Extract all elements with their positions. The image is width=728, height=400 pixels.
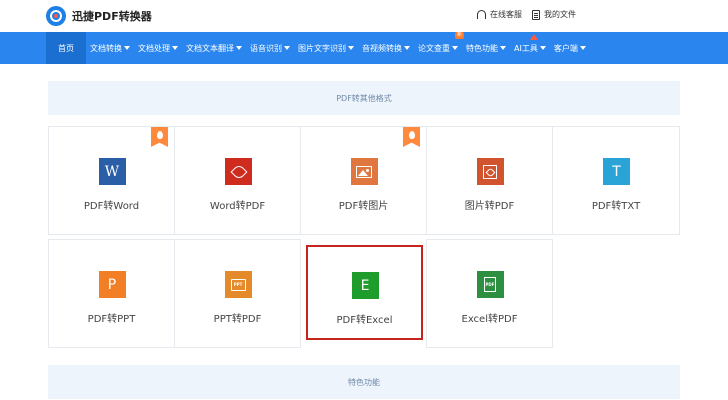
support-link[interactable]: 在线客服 (477, 9, 522, 20)
caret-down-icon (236, 46, 242, 50)
txt-icon: T (603, 158, 630, 185)
pdf-acrobat-icon (224, 158, 252, 185)
image-icon (350, 158, 378, 185)
tool-label: 图片转PDF (464, 201, 515, 212)
nav-item-client[interactable]: 客户端 (550, 32, 590, 64)
section-header-other-formats: PDF转其他格式 (48, 81, 680, 115)
my-files-link[interactable]: 我的文件 (532, 9, 576, 20)
top-bar: 迅捷PDF转换器 在线客服 我的文件 (0, 0, 728, 32)
section-header-special-features: 特色功能 (48, 365, 680, 399)
tool-tile-image-to-pdf[interactable]: 图片转PDF (426, 126, 553, 235)
caret-down-icon (172, 46, 178, 50)
tool-tile-word-to-pdf[interactable]: Word转PDF (174, 126, 301, 235)
caret-down-icon (124, 46, 130, 50)
caret-down-icon (579, 46, 586, 50)
file-icon (532, 9, 540, 20)
nav-item-ocr[interactable]: 图片文字识别 (294, 32, 358, 64)
nav-item-label: 文档文本翻译 (186, 43, 234, 53)
tool-tile-pdf-to-word[interactable]: W PDF转Word (48, 126, 175, 235)
nav-item-label: 论文查重 (418, 43, 450, 53)
caret-down-icon (500, 46, 506, 50)
tool-label: PDF转TXT (591, 201, 641, 212)
tool-label: Excel转PDF (461, 314, 518, 325)
tool-label: PDF转PPT (87, 314, 136, 325)
page: 迅捷PDF转换器 在线客服 我的文件 首页 文档转换 文档处理 文档文本翻译 语… (0, 0, 728, 400)
excel-icon: E (351, 272, 379, 299)
image-to-pdf-icon (476, 158, 504, 185)
nav-item-label: 音视频转换 (362, 43, 402, 53)
nav-item-speech[interactable]: 语音识别 (246, 32, 294, 64)
nav-item-label: 首页 (58, 43, 74, 53)
tool-tile-pdf-to-excel[interactable]: E PDF转Excel (306, 245, 423, 340)
caret-down-icon (539, 46, 546, 50)
tool-tile-pdf-to-txt[interactable]: T PDF转TXT (552, 126, 680, 235)
nav-item-label: 客户端 (553, 43, 578, 53)
nav-item-home[interactable]: 首页 (46, 32, 86, 64)
logo[interactable]: 迅捷PDF转换器 (46, 4, 152, 28)
nav-item-label: 语音识别 (250, 43, 282, 53)
nav-item-label: 文档转换 (90, 43, 122, 53)
logo-icon (46, 6, 66, 26)
top-links: 在线客服 我的文件 (477, 9, 576, 20)
hot-badge-icon (151, 127, 168, 147)
excel-to-pdf-icon: PDF (476, 271, 504, 298)
nav-item-doc-convert[interactable]: 文档转换 (86, 32, 134, 64)
main-nav: 首页 文档转换 文档处理 文档文本翻译 语音识别 图片文字识别 音视频转换 论文… (0, 32, 728, 64)
caret-down-icon (404, 46, 410, 50)
caret-down-icon (348, 46, 354, 50)
word-icon: W (98, 158, 126, 185)
nav-item-label: 图片文字识别 (298, 43, 346, 53)
tool-tile-pdf-to-image[interactable]: PDF转图片 (300, 126, 427, 235)
nav-item-label: AI工具 (514, 43, 538, 53)
tool-label: PPT转PDF (213, 314, 262, 325)
hot-badge-icon (403, 127, 420, 147)
nav-item-translate[interactable]: 文档文本翻译 (182, 32, 246, 64)
nav-item-doc-process[interactable]: 文档处理 (134, 32, 182, 64)
tool-label: PDF转Excel (336, 315, 393, 326)
nav-item-plagiarism[interactable]: 论文查重 新 (414, 32, 464, 64)
tool-tile-pdf-to-ppt[interactable]: P PDF转PPT (48, 239, 175, 348)
tool-label: Word转PDF (209, 201, 266, 212)
nav-item-label: 特色功能 (466, 43, 498, 53)
ppt-icon: P (98, 271, 126, 298)
nav-item-features[interactable]: 特色功能 (462, 32, 510, 64)
nav-item-av-convert[interactable]: 音视频转换 (358, 32, 414, 64)
caret-down-icon (452, 46, 458, 50)
tool-tile-ppt-to-pdf[interactable]: PPT PPT转PDF (174, 239, 301, 348)
nav-item-ai-tools[interactable]: AI工具 (510, 32, 550, 64)
my-files-label: 我的文件 (544, 10, 576, 19)
logo-text: 迅捷PDF转换器 (72, 10, 152, 23)
tool-label: PDF转图片 (338, 201, 389, 212)
hot-marker-icon (529, 34, 538, 40)
tool-tile-excel-to-pdf[interactable]: PDF Excel转PDF (426, 239, 553, 348)
support-label: 在线客服 (490, 10, 522, 19)
nav-item-label: 文档处理 (138, 43, 170, 53)
caret-down-icon (284, 46, 290, 50)
tool-label: PDF转Word (83, 201, 140, 212)
ppt-to-pdf-icon: PPT (224, 271, 252, 298)
headset-icon (477, 10, 486, 19)
